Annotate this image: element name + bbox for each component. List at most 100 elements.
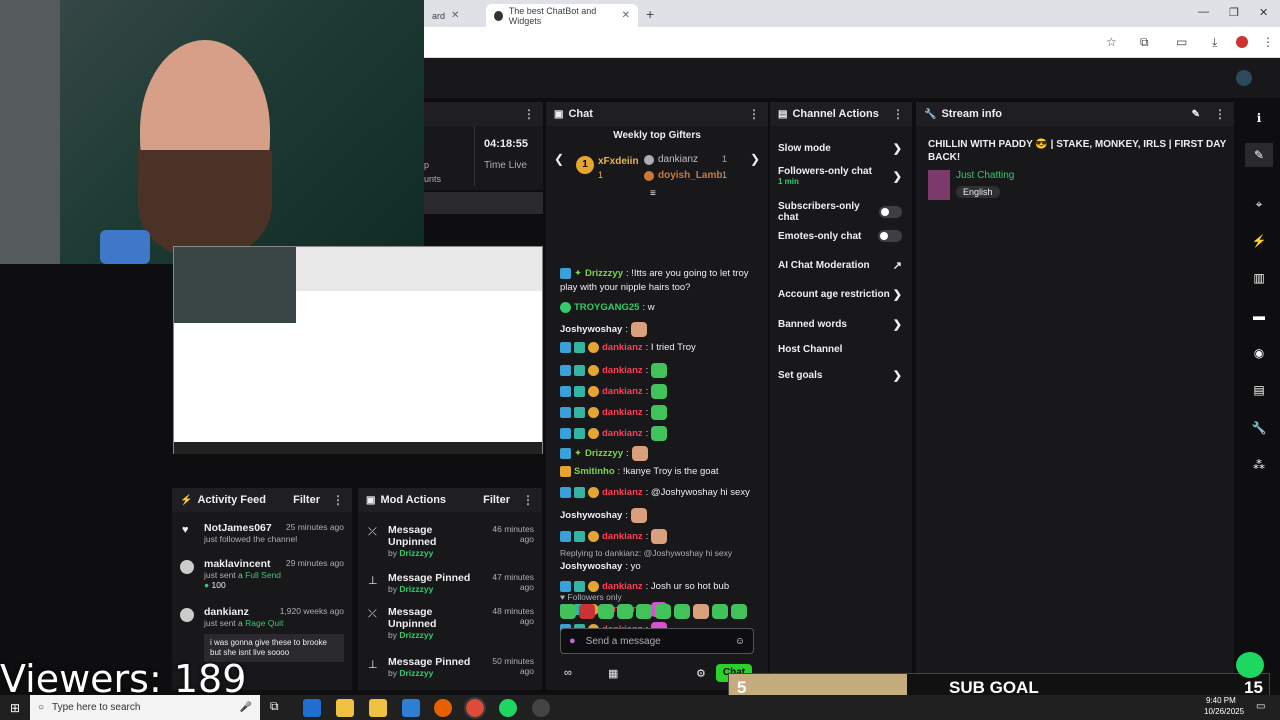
channel-action-item[interactable]: Emotes-only chat: [778, 230, 902, 242]
file-explorer-icon[interactable]: [336, 699, 354, 717]
obs-icon[interactable]: [532, 699, 550, 717]
toggle-switch[interactable]: [878, 206, 902, 218]
windows-start-icon[interactable]: ⊞: [10, 701, 20, 715]
channel-action-item[interactable]: Slow mode ❯: [778, 142, 902, 155]
chat-icon[interactable]: ▬: [1245, 304, 1273, 328]
chat-filter-icon[interactable]: ≡: [650, 188, 656, 199]
chat-username[interactable]: dankianz: [602, 531, 643, 542]
mod-filter-button[interactable]: Filter: [483, 494, 510, 506]
panel-menu-icon[interactable]: ⋮: [892, 107, 904, 121]
emote[interactable]: [731, 604, 747, 619]
chat-username[interactable]: dankianz: [602, 487, 643, 498]
chat-username[interactable]: Smitinho: [574, 466, 615, 477]
close-tab-icon[interactable]: ✕: [622, 10, 630, 21]
category-link[interactable]: Just Chatting: [956, 170, 1014, 181]
firefox-icon[interactable]: [434, 699, 452, 717]
toggle-switch[interactable]: [878, 230, 902, 242]
taskbar-search[interactable]: ○ Type here to search 🎤: [30, 695, 260, 720]
edit-pencil-icon[interactable]: ✎: [1192, 109, 1200, 120]
bits-icon[interactable]: ∞: [564, 667, 572, 679]
minimize-button[interactable]: —: [1198, 6, 1209, 18]
edge-icon[interactable]: [303, 699, 321, 717]
chat-username[interactable]: dankianz: [602, 386, 643, 397]
chrome-icon[interactable]: [464, 697, 486, 719]
channel-action-item[interactable]: Banned words ❯: [778, 318, 902, 331]
emote[interactable]: [579, 604, 595, 619]
spotify-icon[interactable]: [499, 699, 517, 717]
notification-icon[interactable]: ▭: [1256, 701, 1265, 712]
support-chat-icon[interactable]: [1236, 652, 1264, 678]
gifter-name[interactable]: dankianz: [658, 154, 698, 165]
channel-action-item[interactable]: Host Channel: [778, 344, 902, 355]
mod-action-user[interactable]: Drizzzyy: [399, 630, 433, 640]
chat-username[interactable]: dankianz: [602, 365, 643, 376]
layout-icon[interactable]: ▤: [1245, 378, 1273, 402]
gifter-name[interactable]: doyish_Lamb: [658, 170, 722, 181]
chat-username[interactable]: Joshywoshay: [560, 561, 622, 572]
panel-menu-icon[interactable]: ⋮: [523, 107, 535, 121]
microphone-icon[interactable]: 🎤: [240, 702, 252, 713]
panel-menu-icon[interactable]: ⋮: [522, 493, 534, 507]
extensions-icon[interactable]: ⁂: [1245, 453, 1273, 477]
channel-action-item[interactable]: Account age restriction ❯: [778, 288, 902, 301]
emote[interactable]: [674, 604, 690, 619]
prev-arrow-icon[interactable]: ❮: [554, 152, 564, 166]
info-icon[interactable]: ℹ: [1245, 106, 1273, 130]
activity-filter-button[interactable]: Filter: [293, 494, 320, 506]
chat-settings-icon[interactable]: ⚙: [696, 667, 706, 680]
new-tab-button[interactable]: +: [646, 6, 654, 22]
chat-username[interactable]: dankianz: [602, 428, 643, 439]
edit-icon[interactable]: ✎: [1245, 143, 1273, 167]
mod-action-user[interactable]: Drizzzyy: [399, 548, 433, 558]
maximize-button[interactable]: ❐: [1229, 6, 1239, 19]
mod-action-user[interactable]: Drizzzyy: [399, 668, 433, 678]
taskbar-search-input[interactable]: Type here to search: [52, 702, 140, 713]
task-view-icon[interactable]: ⧉: [270, 699, 288, 717]
emote[interactable]: [617, 604, 633, 619]
microphone-icon[interactable]: ●: [569, 635, 576, 647]
emote[interactable]: [655, 604, 671, 619]
emote[interactable]: [693, 604, 709, 619]
lightning-icon[interactable]: ⚡: [1245, 229, 1273, 253]
channel-action-item[interactable]: Followers-only chat 1 min ❯: [778, 166, 902, 186]
mod-action-user[interactable]: Drizzzyy: [399, 584, 433, 594]
chat-username[interactable]: TROYGANG25: [574, 302, 639, 313]
tools-icon[interactable]: 🔧: [1245, 416, 1273, 440]
store-icon[interactable]: [369, 699, 387, 717]
browser-menu-icon[interactable]: ⋮: [1262, 35, 1274, 49]
emote[interactable]: [598, 604, 614, 619]
chat-username[interactable]: Drizzzyy: [585, 448, 623, 459]
channel-action-item[interactable]: Subscribers-only chat: [778, 201, 902, 223]
chat-username[interactable]: dankianz: [602, 342, 643, 353]
emote[interactable]: [560, 604, 576, 619]
panel-menu-icon[interactable]: ⋮: [1214, 107, 1226, 121]
broadcast-icon[interactable]: ◉: [1245, 341, 1273, 365]
chat-username[interactable]: Joshywoshay: [560, 324, 622, 335]
download-icon[interactable]: ⤓: [1212, 35, 1217, 50]
emoji-icon[interactable]: ☺: [735, 636, 745, 647]
chat-input[interactable]: Send a message: [586, 636, 661, 647]
browser-tab[interactable]: ard ✕: [424, 4, 486, 27]
cast-icon[interactable]: ▭: [1176, 35, 1187, 49]
chat-menu-icon[interactable]: ⋮: [748, 107, 760, 121]
gifter-name[interactable]: xFxdeiin: [598, 156, 639, 167]
profile-avatar-icon[interactable]: [1236, 36, 1248, 48]
store-icon[interactable]: ▦: [608, 667, 618, 680]
bookmark-star-icon[interactable]: ☆: [1106, 35, 1117, 49]
chat-input-box[interactable]: ● Send a message ☺: [560, 628, 754, 654]
user-avatar[interactable]: [1236, 70, 1252, 86]
close-window-button[interactable]: ✕: [1259, 6, 1268, 19]
mail-icon[interactable]: [402, 699, 420, 717]
chat-username[interactable]: dankianz: [602, 581, 643, 592]
chat-username[interactable]: Joshywoshay: [560, 510, 622, 521]
clipboard-icon[interactable]: ▥: [1245, 266, 1273, 290]
focus-icon[interactable]: ⌖: [1245, 192, 1273, 216]
channel-action-item[interactable]: Set goals ❯: [778, 369, 902, 382]
chat-username[interactable]: dankianz: [602, 407, 643, 418]
next-arrow-icon[interactable]: ❯: [750, 152, 760, 166]
browser-tab-active[interactable]: The best ChatBot and Widgets ✕: [486, 4, 638, 27]
chat-username[interactable]: Drizzzyy: [585, 268, 623, 279]
extensions-icon[interactable]: ⧉: [1140, 35, 1149, 50]
emote[interactable]: [636, 604, 652, 619]
emote[interactable]: [712, 604, 728, 619]
